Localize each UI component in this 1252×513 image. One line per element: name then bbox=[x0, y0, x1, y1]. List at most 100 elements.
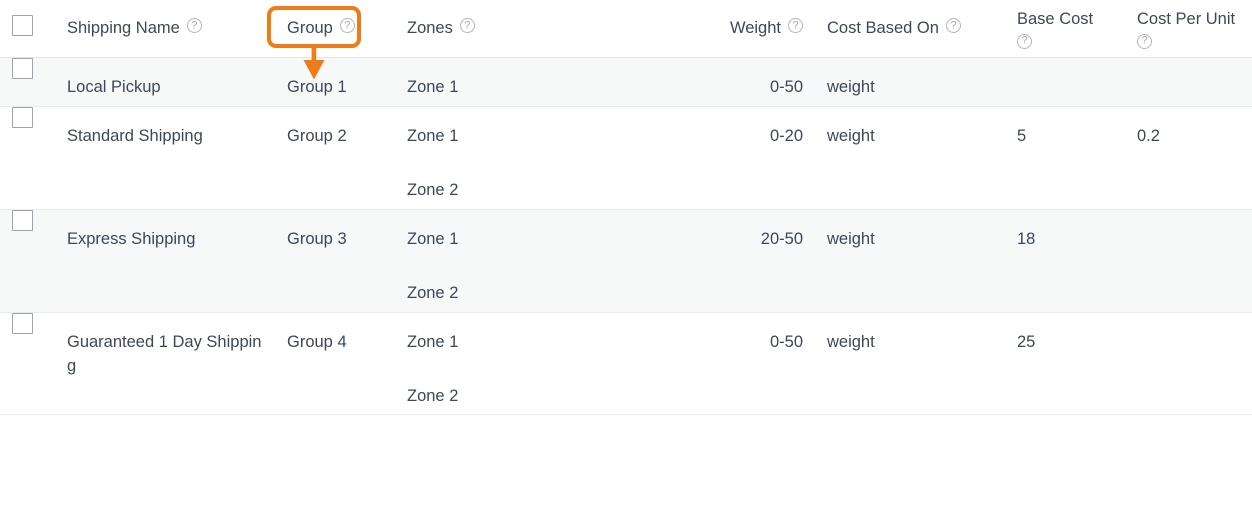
shipping-name-cell: Guaranteed 1 Day Shipping bbox=[55, 312, 275, 416]
table-row[interactable]: Express Shipping Group 3 Zone 1 Zone 2 20-50… bbox=[0, 209, 1252, 313]
base-cost-cell: 18 bbox=[1005, 209, 1125, 313]
cost-based-on-cell-text: weight bbox=[827, 332, 875, 351]
row-checkbox-wrap bbox=[12, 303, 33, 338]
zone-item: Zone 1 bbox=[407, 126, 459, 145]
column-header-label-weight: Weight bbox=[729, 19, 781, 38]
help-circle-icon[interactable] bbox=[945, 18, 961, 34]
shipping-methods-table-container: Shipping Name Group Zones Weight Cost Based … bbox=[0, 0, 1252, 513]
cost-based-on-cell-text: weight bbox=[827, 78, 875, 96]
cost-based-on-cell-text: weight bbox=[827, 229, 875, 248]
zones-cell: Zone 1 Zone 2 bbox=[395, 209, 685, 313]
column-header-inner-basecost: Base Cost bbox=[1005, 8, 1125, 49]
base-cost-cell-text: 25 bbox=[1017, 332, 1036, 351]
row-checkbox-icon[interactable] bbox=[12, 58, 33, 79]
zones-cell: Zone 1 Zone 2 bbox=[395, 312, 685, 416]
help-circle-icon[interactable] bbox=[339, 18, 355, 34]
shipping-methods-table: Shipping Name Group Zones Weight Cost Based … bbox=[0, 0, 1252, 416]
column-header-group[interactable]: Group bbox=[275, 0, 395, 58]
column-header-name[interactable]: Shipping Name bbox=[55, 0, 275, 58]
group-cell: Group 1 bbox=[275, 57, 395, 107]
column-header-label-basecost: Base Cost bbox=[1017, 10, 1094, 29]
group-cell: Group 3 bbox=[275, 209, 395, 313]
weight-cell: 0-50 bbox=[685, 57, 815, 107]
shipping-name-cell: Local Pickup bbox=[55, 57, 275, 107]
column-header-basis[interactable]: Cost Based On bbox=[815, 0, 1005, 58]
column-header-inner-zones: Zones bbox=[395, 17, 685, 39]
row-select-cell bbox=[0, 209, 55, 313]
table-header-row: Shipping Name Group Zones Weight Cost Based … bbox=[0, 0, 1252, 58]
base-cost-cell bbox=[1005, 57, 1125, 107]
column-header-label-basis: Cost Based On bbox=[827, 19, 939, 38]
help-circle-icon[interactable] bbox=[788, 18, 803, 34]
cost-based-on-cell: weight bbox=[815, 106, 1005, 210]
zone-item: Zone 2 bbox=[407, 386, 459, 405]
column-header-label-group: Group bbox=[287, 19, 333, 38]
zone-item: Zone 1 bbox=[407, 229, 459, 248]
column-header-inner-group: Group bbox=[275, 17, 395, 39]
table-header: Shipping Name Group Zones Weight Cost Based … bbox=[0, 0, 1252, 58]
column-header-weight[interactable]: Weight bbox=[685, 0, 815, 58]
column-header-unitcost[interactable]: Cost Per Unit bbox=[1125, 0, 1252, 58]
row-checkbox-wrap bbox=[12, 200, 33, 235]
zones-cell: Zone 1 bbox=[395, 57, 685, 107]
group-cell: Group 2 bbox=[275, 106, 395, 210]
zones-list: Zone 1 bbox=[407, 58, 673, 106]
column-header-inner-basis: Cost Based On bbox=[815, 17, 1005, 39]
help-circle-icon[interactable] bbox=[1137, 33, 1152, 49]
shipping-name-cell-text: Standard Shipping bbox=[67, 126, 203, 145]
help-circle-icon[interactable] bbox=[1017, 33, 1032, 49]
select-all-checkbox-wrap bbox=[12, 14, 33, 40]
cost-per-unit-cell bbox=[1125, 312, 1252, 416]
help-circle-icon[interactable] bbox=[186, 18, 202, 34]
weight-cell: 0-50 bbox=[685, 312, 815, 416]
group-cell-text: Group 3 bbox=[287, 229, 347, 248]
group-cell: Group 4 bbox=[275, 312, 395, 416]
row-select-cell bbox=[0, 312, 55, 416]
cost-based-on-cell: weight bbox=[815, 57, 1005, 107]
cost-per-unit-cell bbox=[1125, 209, 1252, 313]
weight-cell-text: 0-50 bbox=[769, 332, 803, 351]
row-checkbox-wrap bbox=[12, 97, 33, 132]
shipping-name-cell: Standard Shipping bbox=[55, 106, 275, 210]
column-header-label-zones: Zones bbox=[407, 19, 453, 38]
help-circle-icon[interactable] bbox=[459, 18, 475, 34]
zones-list: Zone 1 Zone 2 bbox=[407, 107, 673, 209]
column-header-inner-name: Shipping Name bbox=[55, 17, 275, 39]
weight-cell-text: 0-50 bbox=[769, 78, 803, 96]
row-checkbox-icon[interactable] bbox=[12, 312, 33, 334]
base-cost-cell-text: 18 bbox=[1017, 229, 1036, 248]
cost-per-unit-cell-text bbox=[1137, 210, 1240, 234]
base-cost-cell-text: 5 bbox=[1017, 126, 1027, 145]
cost-per-unit-cell-text bbox=[1137, 313, 1240, 337]
column-header-inner-unitcost: Cost Per Unit bbox=[1125, 8, 1252, 49]
zone-item: Zone 2 bbox=[407, 180, 459, 199]
base-cost-cell: 25 bbox=[1005, 312, 1125, 416]
table-row[interactable]: Guaranteed 1 Day Shipping Group 4 Zone 1 Zo… bbox=[0, 312, 1252, 416]
zones-list: Zone 1 Zone 2 bbox=[407, 210, 673, 312]
table-row[interactable]: Local Pickup Group 1 Zone 1 0-50 weight bbox=[0, 57, 1252, 107]
shipping-name-cell-text: Local Pickup bbox=[67, 78, 161, 96]
column-header-inner-weight: Weight bbox=[685, 17, 815, 39]
base-cost-cell-text bbox=[1017, 58, 1113, 82]
zones-list: Zone 1 Zone 2 bbox=[407, 313, 673, 415]
select-all-checkbox-icon[interactable] bbox=[12, 14, 33, 36]
cost-per-unit-cell-text bbox=[1137, 58, 1240, 82]
weight-cell: 20-50 bbox=[685, 209, 815, 313]
cost-per-unit-cell-text: 0.2 bbox=[1137, 126, 1160, 145]
zones-cell: Zone 1 Zone 2 bbox=[395, 106, 685, 210]
column-header-basecost[interactable]: Base Cost bbox=[1005, 0, 1125, 58]
base-cost-cell: 5 bbox=[1005, 106, 1125, 210]
cost-per-unit-cell bbox=[1125, 57, 1252, 107]
cost-per-unit-cell: 0.2 bbox=[1125, 106, 1252, 210]
cost-based-on-cell: weight bbox=[815, 312, 1005, 416]
row-checkbox-icon[interactable] bbox=[12, 209, 33, 231]
zone-item: Zone 1 bbox=[407, 332, 459, 351]
group-cell-text: Group 1 bbox=[287, 78, 347, 96]
shipping-name-cell: Express Shipping bbox=[55, 209, 275, 313]
weight-cell-text: 20-50 bbox=[760, 229, 803, 248]
table-body: Local Pickup Group 1 Zone 1 0-50 weight Stand… bbox=[0, 57, 1252, 416]
column-header-label-unitcost: Cost Per Unit bbox=[1137, 10, 1236, 29]
row-checkbox-icon[interactable] bbox=[12, 106, 33, 128]
column-header-zones[interactable]: Zones bbox=[395, 0, 685, 58]
table-row[interactable]: Standard Shipping Group 2 Zone 1 Zone 2 0-20… bbox=[0, 106, 1252, 210]
